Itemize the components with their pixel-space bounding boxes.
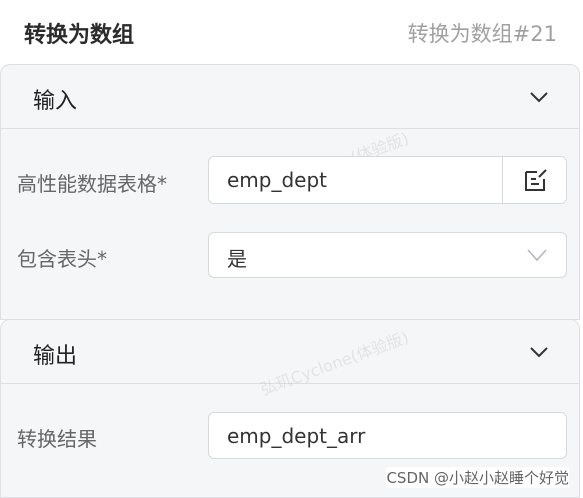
chevron-down-icon[interactable] (529, 342, 549, 362)
header-select-value: 是 (227, 247, 247, 271)
table-field-value: emp_dept (227, 168, 328, 192)
chevron-down-icon[interactable] (529, 87, 549, 107)
input-section-header[interactable]: 输入 (1, 65, 579, 129)
table-field-input[interactable]: emp_dept (208, 156, 567, 204)
node-id-label: 转换为数组#21 (407, 22, 557, 46)
output-section-title: 输出 (33, 344, 78, 369)
page-title: 转换为数组 (24, 23, 135, 48)
panel-header: 转换为数组 转换为数组#21 (0, 0, 583, 64)
variable-picker-button[interactable] (502, 157, 566, 203)
result-field-value: emp_dept_arr (227, 424, 366, 448)
result-field-input[interactable]: emp_dept_arr (208, 412, 567, 459)
output-section-header[interactable]: 输出 (1, 320, 579, 384)
edit-variable-icon (525, 169, 547, 191)
input-section-title: 输入 (33, 89, 78, 114)
header-field-label: 包含表头* (17, 247, 107, 271)
header-select[interactable]: 是 (208, 232, 567, 278)
table-field-label: 高性能数据表格* (17, 172, 167, 196)
credit-watermark: CSDN @小赵小赵睡个好觉 (386, 467, 569, 488)
input-section: 输入 弘玑Cyclone(体验版) 高性能数据表格* emp_dept 包含表头… (0, 64, 580, 320)
result-field-label: 转换结果 (17, 427, 97, 451)
chevron-down-icon (527, 249, 547, 262)
